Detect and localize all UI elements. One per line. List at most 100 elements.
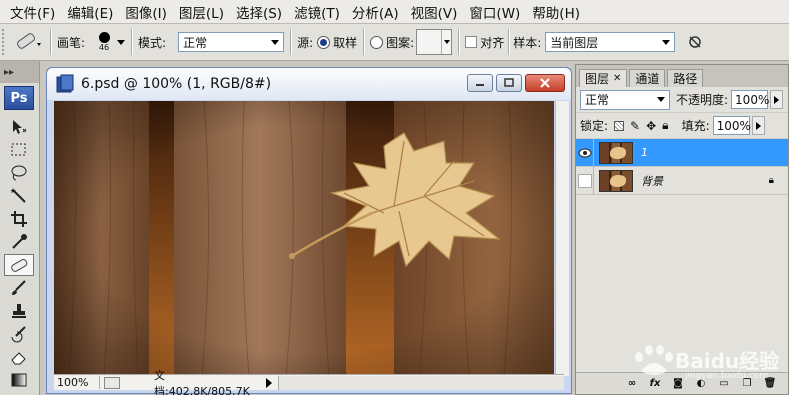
tool-preset-picker[interactable] — [10, 28, 44, 56]
eye-icon — [578, 148, 591, 157]
pattern-radio[interactable] — [370, 35, 384, 49]
toolbox-header[interactable]: ▸▸ — [0, 61, 39, 83]
tool-gradient[interactable] — [4, 369, 34, 391]
link-layers-icon[interactable]: ∞ — [624, 377, 640, 391]
sampled-radio[interactable] — [317, 35, 331, 49]
vertical-scrollbar[interactable] — [555, 101, 569, 376]
image-canvas[interactable] — [54, 101, 554, 376]
layers-panel-footer: ∞ fx ◙ ◐ ▭ ❐ 🗑︎ — [576, 372, 788, 394]
menu-image[interactable]: 图像(I) — [119, 2, 173, 22]
visibility-toggle[interactable] — [576, 166, 594, 195]
menu-view[interactable]: 视图(V) — [405, 2, 464, 22]
options-bar: 画笔: 46 模式: 正常 源: 取样 图案: 对齐 样本: 当前图层 — [0, 24, 789, 61]
leaf-on-bench-image — [54, 101, 554, 376]
minimize-button[interactable] — [467, 74, 493, 92]
sample-value: 当前图层 — [550, 35, 599, 50]
menu-file[interactable]: 文件(F) — [4, 2, 61, 22]
separator — [363, 29, 365, 55]
tool-eyedropper[interactable] — [4, 231, 34, 253]
brush-size: 46 — [98, 43, 110, 52]
tool-crop[interactable] — [4, 208, 34, 230]
layer-thumbnail — [599, 169, 633, 192]
visibility-toggle[interactable] — [576, 138, 594, 167]
separator — [458, 29, 460, 55]
tool-magic-wand[interactable] — [4, 185, 34, 207]
source-label: 源: — [297, 35, 314, 50]
brush-picker[interactable]: 46 — [93, 32, 115, 52]
trash-icon[interactable]: 🗑︎ — [762, 377, 778, 391]
separator — [508, 29, 510, 55]
tab-channels-label: 通道 — [635, 72, 660, 86]
new-group-icon[interactable]: ▭ — [716, 377, 732, 391]
aligned-checkbox[interactable] — [465, 36, 478, 48]
menu-filter[interactable]: 滤镜(T) — [288, 2, 346, 22]
layer-row-background[interactable]: 背景 🔒︎ — [576, 166, 788, 195]
layer-name[interactable]: 背景 — [641, 173, 663, 189]
brush-label: 画笔: — [57, 35, 86, 50]
brush-dropdown-arrow[interactable] — [117, 39, 126, 45]
options-grip[interactable] — [2, 29, 8, 55]
lock-fill-row: 锁定: ✎ ✥ 🔒︎ 填充: 100% — [576, 113, 788, 139]
status-menu-arrow[interactable] — [266, 377, 272, 388]
marquee-icon — [11, 143, 26, 156]
separator — [50, 29, 51, 55]
separator — [131, 29, 133, 55]
menu-analysis[interactable]: 分析(A) — [346, 2, 405, 22]
menu-edit[interactable]: 编辑(E) — [61, 2, 119, 22]
layer-mask-icon[interactable]: ◙ — [670, 377, 686, 391]
fill-slider-button[interactable] — [751, 116, 765, 135]
horizontal-scrollbar[interactable] — [278, 375, 564, 390]
menu-select[interactable]: 选择(S) — [230, 2, 288, 22]
mode-select[interactable]: 正常 — [178, 32, 285, 52]
brush-icon — [12, 280, 26, 295]
lock-position-icon[interactable]: ✥ — [646, 119, 656, 133]
ignore-adjustment-layers-button[interactable] — [687, 34, 703, 50]
pattern-dropdown[interactable] — [441, 30, 451, 54]
menu-help[interactable]: 帮助(H) — [526, 2, 586, 22]
adjustment-layer-icon[interactable]: ◐ — [693, 377, 709, 391]
tab-channels[interactable]: 通道 — [629, 69, 666, 87]
zoom-level[interactable]: 100% — [54, 376, 100, 389]
tool-brush[interactable] — [4, 277, 34, 299]
fill-input[interactable]: 100% — [712, 116, 751, 135]
lock-icon: 🔒︎ — [768, 175, 774, 186]
tool-clone-stamp[interactable] — [4, 300, 34, 322]
lock-all-icon[interactable]: 🔒︎ — [662, 118, 668, 133]
mode-value: 正常 — [183, 35, 208, 50]
sample-select[interactable]: 当前图层 — [545, 32, 676, 52]
move-icon — [13, 120, 27, 134]
tab-paths-label: 路径 — [673, 72, 698, 86]
tool-lasso[interactable] — [4, 162, 34, 184]
tab-layers[interactable]: 图层 ✕ — [579, 69, 628, 87]
eraser-icon — [11, 352, 26, 365]
lock-transparent-icon[interactable] — [614, 120, 625, 131]
opacity-input[interactable]: 100% — [731, 90, 770, 109]
new-layer-icon[interactable]: ❐ — [739, 377, 755, 391]
menu-window[interactable]: 窗口(W) — [463, 2, 526, 22]
layer-style-icon[interactable]: fx — [647, 377, 663, 391]
chevron-down-icon — [271, 39, 280, 45]
tool-healing-brush[interactable] — [4, 254, 34, 276]
ps-logo[interactable]: Ps — [4, 86, 34, 110]
layer-name[interactable]: 1 — [641, 146, 648, 159]
opacity-value: 100% — [735, 92, 770, 107]
tool-eraser[interactable] — [4, 346, 34, 368]
status-info-icon[interactable] — [104, 376, 120, 389]
tool-history-brush[interactable] — [4, 323, 34, 345]
maximize-button[interactable] — [496, 74, 522, 92]
menu-layer[interactable]: 图层(L) — [173, 2, 230, 22]
tool-move[interactable] — [4, 116, 34, 138]
blend-mode-select[interactable]: 正常 — [580, 89, 670, 110]
blend-opacity-row: 正常 不透明度: 100% — [576, 87, 788, 113]
close-icon[interactable]: ✕ — [613, 73, 621, 84]
tab-paths[interactable]: 路径 — [667, 69, 704, 87]
close-button[interactable] — [525, 74, 565, 92]
layer-row-1[interactable]: 1 — [576, 138, 788, 167]
pattern-label: 图案: — [386, 35, 415, 50]
aligned-label: 对齐 — [480, 35, 505, 50]
tool-marquee[interactable] — [4, 139, 34, 161]
pattern-picker[interactable] — [416, 29, 453, 55]
lock-image-icon[interactable]: ✎ — [630, 119, 640, 133]
opacity-slider-button[interactable] — [770, 90, 784, 109]
bandage-icon — [11, 259, 28, 272]
